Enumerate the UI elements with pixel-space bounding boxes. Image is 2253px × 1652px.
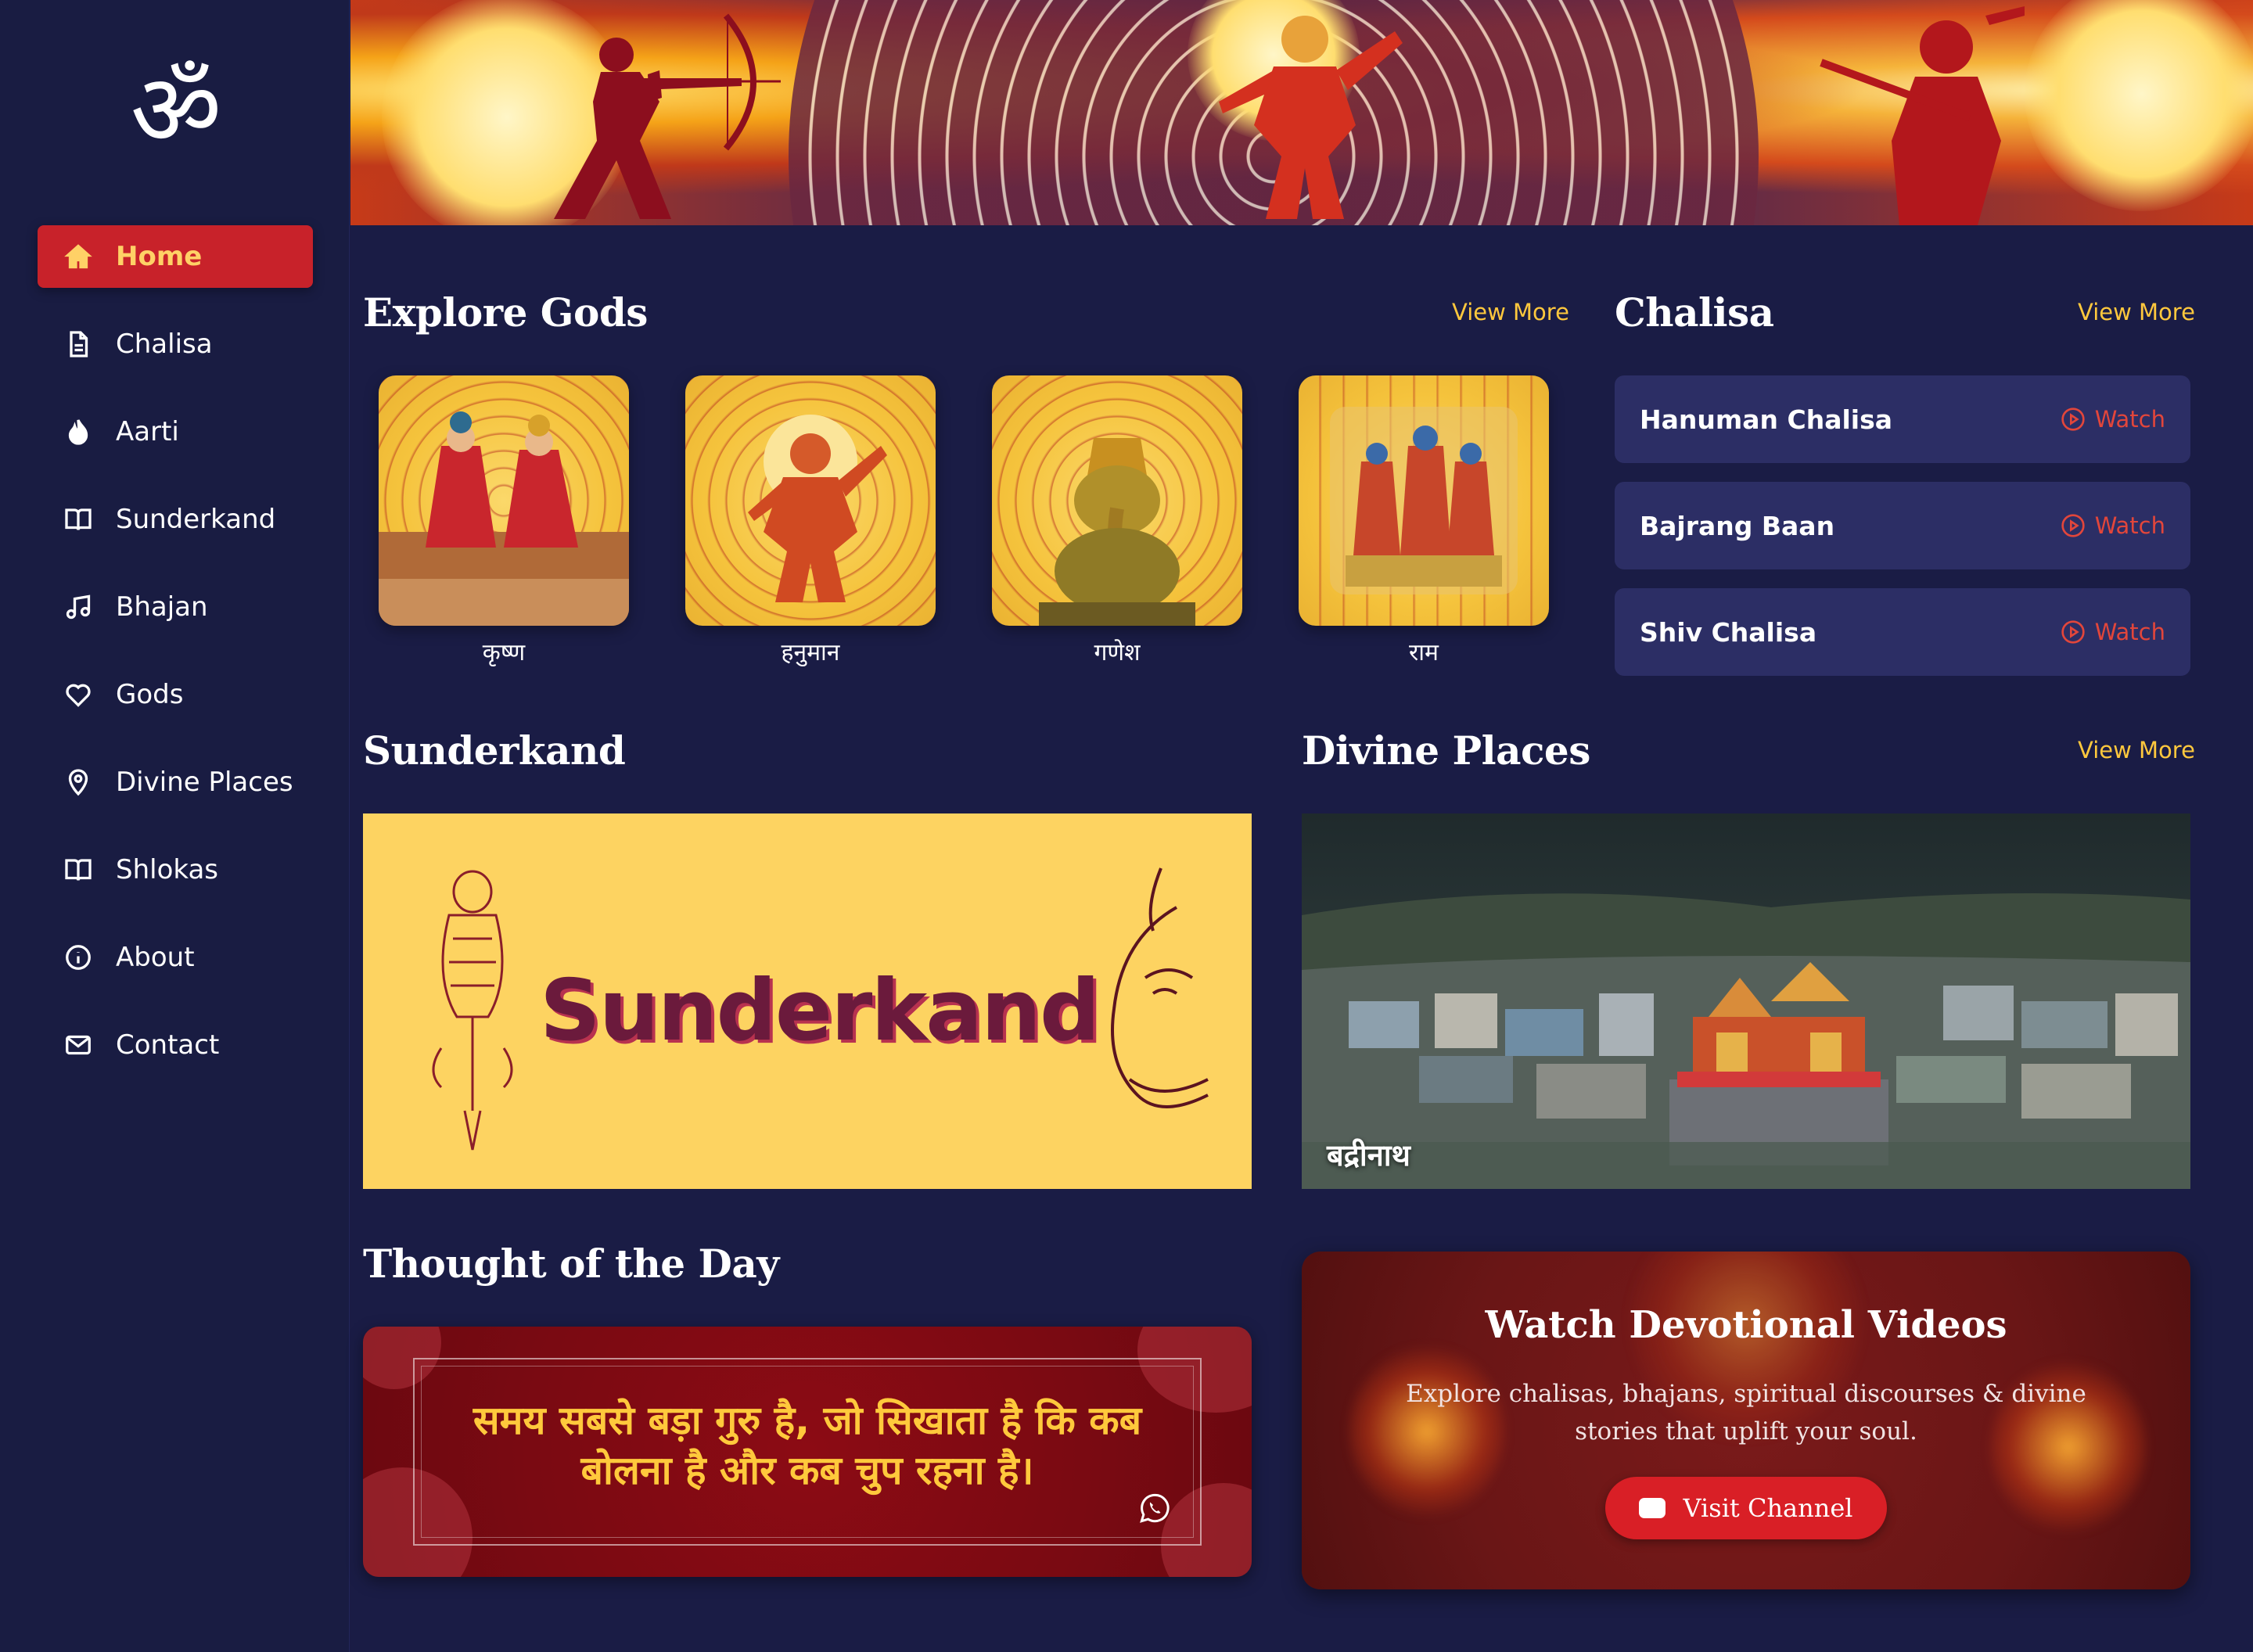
archer-silhouette (554, 13, 781, 219)
watch-button[interactable]: Watch (2061, 512, 2165, 539)
sidebar-nav: Home Chalisa Aarti Sunderkand Bhajan God… (38, 225, 313, 1101)
sidebar-item-label: Home (116, 241, 203, 272)
sidebar-item-home[interactable]: Home (38, 225, 313, 288)
explore-gods-title: Explore Gods (363, 289, 648, 336)
watch-label: Watch (2094, 619, 2165, 645)
devotional-videos-card: Watch Devotional Videos Explore chalisas… (1302, 1252, 2190, 1589)
sidebar-item-shlokas[interactable]: Shlokas (38, 839, 313, 901)
chalisa-item-bajrang-baan[interactable]: Bajrang Baan Watch (1615, 482, 2190, 569)
sidebar-item-chalisa[interactable]: Chalisa (38, 313, 313, 375)
videos-description: Explore chalisas, bhajans, spiritual dis… (1406, 1380, 2086, 1446)
place-name: बद्रीनाथ (1327, 1138, 1410, 1173)
chalisa-item-title: Shiv Chalisa (1640, 616, 1817, 648)
divine-places-title: Divine Places (1302, 727, 1590, 774)
info-icon (63, 942, 94, 973)
watch-button[interactable]: Watch (2061, 406, 2165, 433)
thought-title: Thought of the Day (363, 1241, 779, 1287)
sidebar-item-label: Chalisa (116, 329, 213, 360)
chalisa-item-hanuman[interactable]: Hanuman Chalisa Watch (1615, 375, 2190, 463)
chalisa-view-more-link[interactable]: View More (2078, 299, 2195, 325)
sunderkand-banner-text: Sunderkand (540, 962, 1100, 1060)
sidebar-item-about[interactable]: About (38, 926, 313, 989)
play-circle-icon (2061, 514, 2085, 537)
whatsapp-share-icon[interactable] (1139, 1492, 1170, 1524)
god-card-ram[interactable]: राम (1299, 375, 1549, 667)
sidebar-item-label: Sunderkand (116, 504, 276, 535)
god-card-krishna[interactable]: कृष्ण (379, 375, 629, 667)
sidebar: ॐ Home Chalisa Aarti Sunderkand Bhajan G… (0, 0, 350, 1652)
sidebar-item-label: Aarti (116, 416, 179, 447)
god-name: हनुमान (781, 639, 840, 666)
sidebar-item-contact[interactable]: Contact (38, 1014, 313, 1076)
sidebar-item-label: Divine Places (116, 767, 293, 798)
sidebar-item-sunderkand[interactable]: Sunderkand (38, 488, 313, 551)
god-image-krishna (379, 375, 629, 626)
document-icon (63, 329, 94, 360)
thought-quote: समय सबसे बड़ा गुरु है, जो सिखाता है कि क… (473, 1398, 1142, 1493)
sidebar-item-label: Shlokas (116, 854, 219, 885)
home-icon (63, 241, 94, 272)
hanuman-face-line-art (1111, 867, 1209, 1108)
mail-icon (63, 1029, 94, 1061)
sidebar-item-label: About (116, 942, 195, 973)
explore-gods-view-more-link[interactable]: View More (1452, 299, 1569, 325)
temple-town-photo (1302, 813, 2190, 1189)
god-image-ganesh (992, 375, 1242, 626)
sidebar-item-label: Gods (116, 679, 184, 710)
god-name: कृष्ण (482, 639, 526, 666)
sun-glow (2025, 0, 2253, 211)
god-card-hanuman[interactable]: हनुमान (685, 375, 936, 667)
watch-label: Watch (2094, 406, 2165, 433)
visit-channel-label: Visit Channel (1683, 1493, 1853, 1523)
music-note-icon (63, 591, 94, 623)
om-logo[interactable]: ॐ (125, 56, 227, 166)
divine-place-card[interactable]: बद्रीनाथ (1302, 813, 2190, 1189)
visit-channel-button[interactable]: Visit Channel (1605, 1477, 1887, 1539)
god-image-ram (1299, 375, 1549, 626)
watch-button[interactable]: Watch (2061, 619, 2165, 645)
flute-player-silhouette (1820, 6, 2025, 225)
sidebar-item-label: Contact (116, 1029, 220, 1061)
youtube-icon (1639, 1498, 1666, 1518)
god-name: राम (1409, 639, 1439, 666)
god-card-ganesh[interactable]: गणेश (992, 375, 1242, 667)
sidebar-item-gods[interactable]: Gods (38, 663, 313, 726)
book-open-icon (63, 504, 94, 535)
sidebar-item-bhajan[interactable]: Bhajan (38, 576, 313, 638)
chalisa-item-title: Bajrang Baan (1640, 510, 1835, 541)
play-circle-icon (2061, 620, 2085, 644)
chalisa-item-shiv[interactable]: Shiv Chalisa Watch (1615, 588, 2190, 676)
god-name: गणेश (1094, 639, 1141, 666)
watch-label: Watch (2094, 512, 2165, 539)
videos-title: Watch Devotional Videos (1485, 1303, 2007, 1347)
hero-banner (350, 0, 2253, 225)
sidebar-item-divine-places[interactable]: Divine Places (38, 751, 313, 813)
flame-icon (63, 416, 94, 447)
hanuman-figure (1219, 16, 1403, 219)
sunderkand-banner[interactable]: Sunderkand (363, 813, 1252, 1189)
god-image-hanuman (685, 375, 936, 626)
divine-places-view-more-link[interactable]: View More (2078, 737, 2195, 763)
sidebar-item-label: Bhajan (116, 591, 208, 623)
chalisa-item-title: Hanuman Chalisa (1640, 404, 1893, 435)
sidebar-item-aarti[interactable]: Aarti (38, 400, 313, 463)
book-open-icon (63, 854, 94, 885)
sunderkand-title: Sunderkand (363, 727, 626, 774)
gada-mace-illustration (432, 870, 513, 1151)
chalisa-title: Chalisa (1615, 289, 1774, 336)
map-pin-icon (63, 767, 94, 798)
heart-icon (63, 679, 94, 710)
thought-card: समय सबसे बड़ा गुरु है, जो सिखाता है कि क… (363, 1327, 1252, 1577)
play-circle-icon (2061, 408, 2085, 431)
